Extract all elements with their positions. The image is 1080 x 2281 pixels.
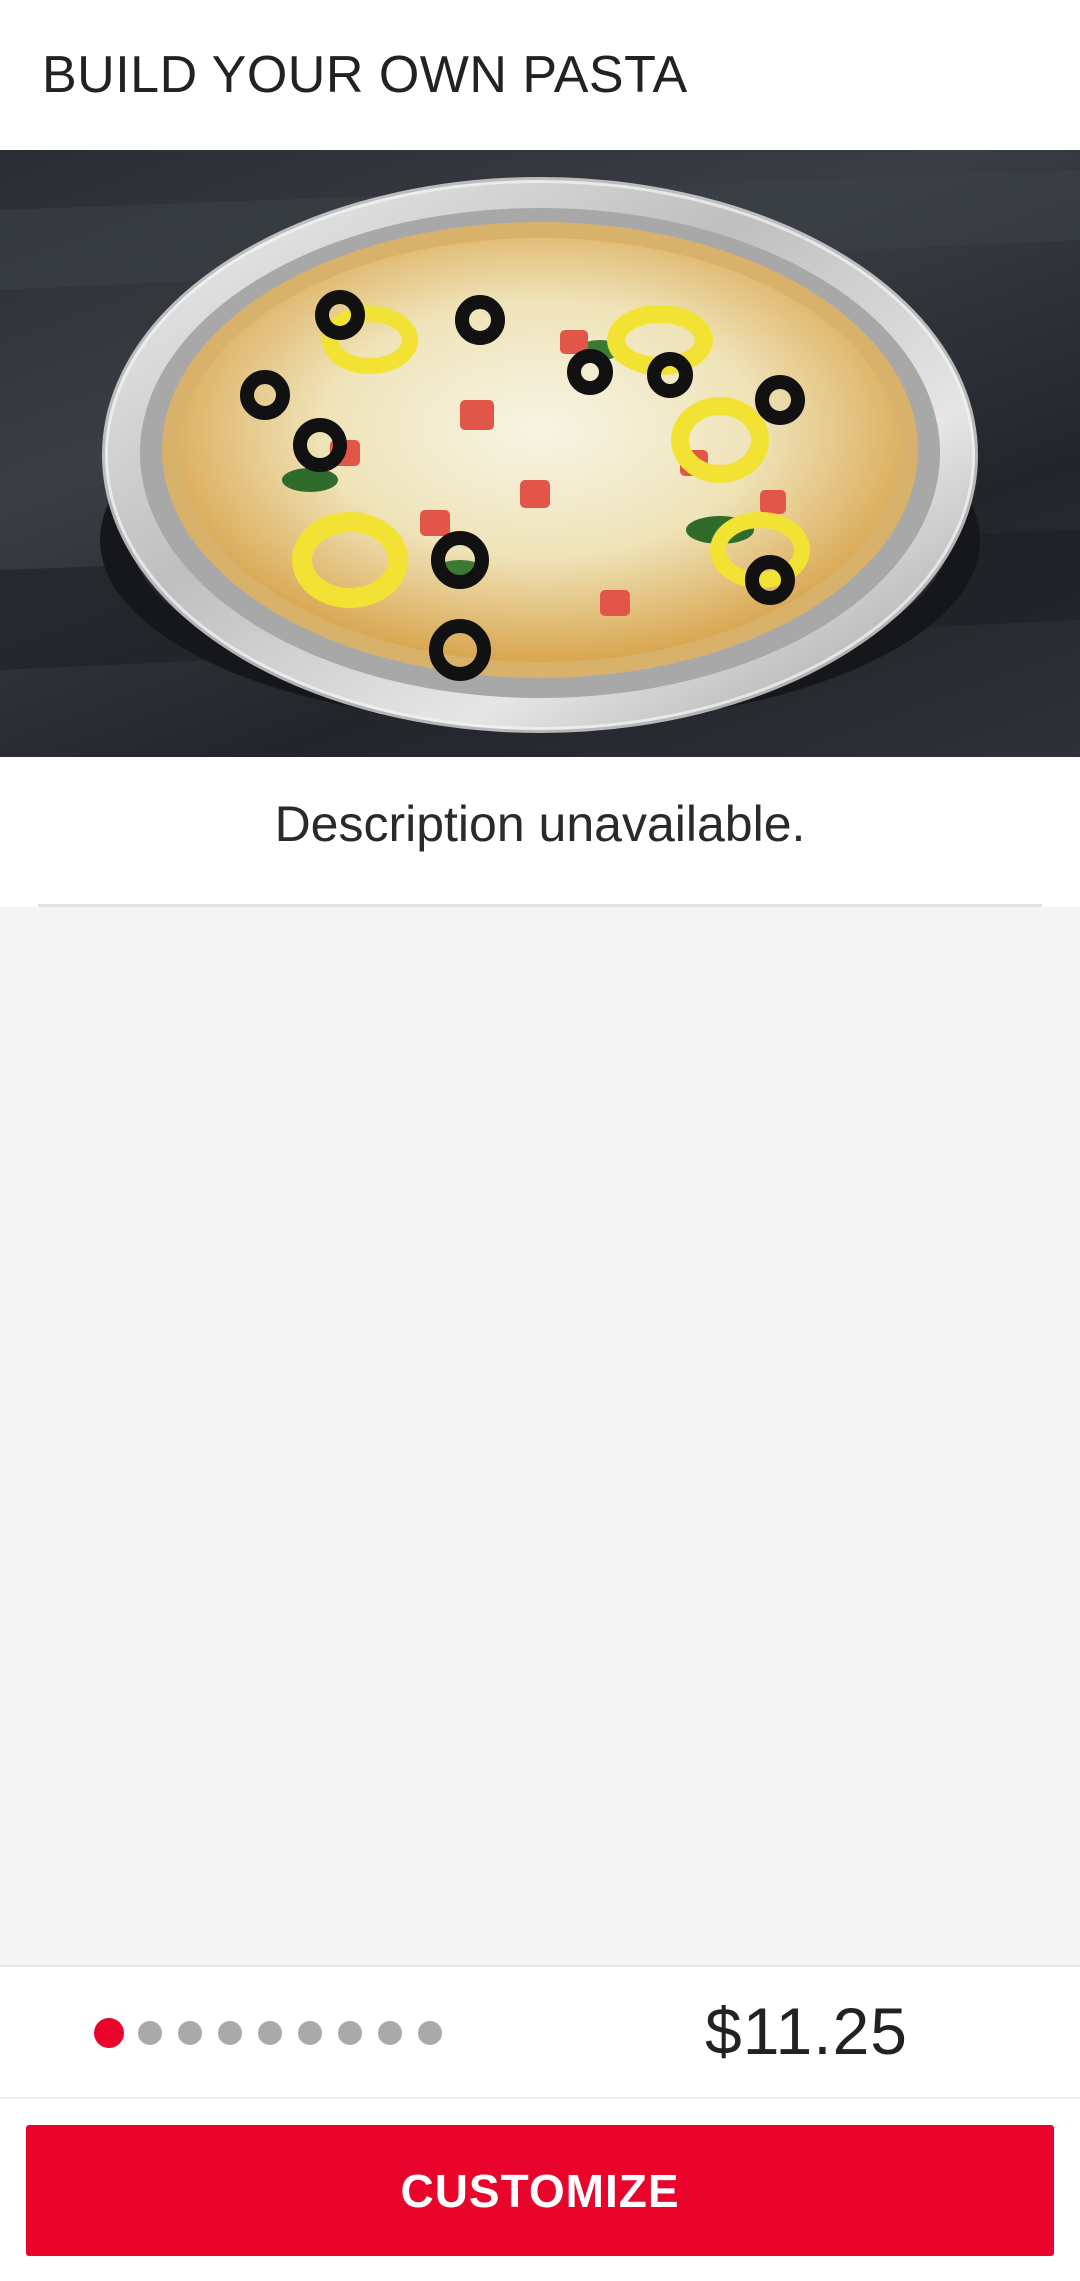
product-price: $11.25 xyxy=(705,1994,908,2068)
page-dot-5[interactable] xyxy=(258,2021,282,2045)
page-dot-8[interactable] xyxy=(378,2021,402,2045)
pager-price-bar: $11.25 xyxy=(0,1967,1080,2099)
customize-button[interactable]: CUSTOMIZE xyxy=(26,2125,1054,2256)
pasta-dish-illustration xyxy=(0,170,1080,733)
page-dot-2[interactable] xyxy=(138,2021,162,2045)
page-indicator xyxy=(94,2018,458,2048)
page-title: BUILD YOUR OWN PASTA xyxy=(42,46,688,104)
page-dot-9[interactable] xyxy=(418,2021,442,2045)
page-dot-4[interactable] xyxy=(218,2021,242,2045)
description-section: Description unavailable. xyxy=(0,757,1080,907)
page-dot-7[interactable] xyxy=(338,2021,362,2045)
header-bar: BUILD YOUR OWN PASTA xyxy=(0,0,1080,150)
product-detail-screen: BUILD YOUR OWN PASTA Description unavail… xyxy=(0,0,1080,2281)
page-dot-1[interactable] xyxy=(94,2018,124,2048)
product-description: Description unavailable. xyxy=(274,796,806,852)
product-image xyxy=(0,150,1080,757)
page-dot-6[interactable] xyxy=(298,2021,322,2045)
page-dot-3[interactable] xyxy=(178,2021,202,2045)
details-content-area xyxy=(0,907,1080,1967)
